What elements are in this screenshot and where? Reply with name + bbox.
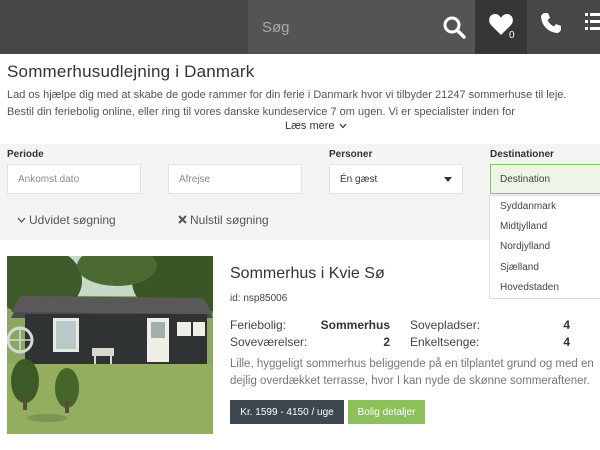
chevron-down-icon: [339, 123, 347, 129]
advanced-search-toggle[interactable]: Udvidet søgning: [17, 213, 116, 227]
details-button[interactable]: Bolig detaljer: [348, 400, 425, 424]
description-line-2: dejlig overdækket terrasse, hvor I kan n…: [230, 375, 590, 387]
chevron-down-icon: [17, 217, 26, 223]
menu-button[interactable]: [583, 10, 600, 36]
house-image: [7, 256, 213, 434]
destination-select[interactable]: Destination: [490, 164, 600, 194]
listing-description: Lille, hyggeligt sommerhus beliggende på…: [230, 356, 600, 390]
periode-label: Periode: [7, 149, 44, 160]
read-more-label: Læs mere: [285, 120, 335, 132]
page-title: Sommerhusudlejning i Danmark: [7, 62, 255, 81]
advanced-search-label: Udvidet søgning: [29, 213, 116, 227]
reset-search-button[interactable]: Nulstil søgning: [178, 213, 269, 227]
price-button[interactable]: Kr. 1599 - 4150 / uge: [230, 400, 344, 424]
persons-label: Personer: [329, 149, 373, 160]
house-photo[interactable]: [7, 256, 213, 434]
destinations-label: Destinationer: [490, 149, 554, 160]
sovevaerelser-value: 2: [383, 335, 390, 349]
favorites-area: 0: [475, 0, 527, 54]
close-icon: [178, 215, 187, 224]
intro-line-2: Bestil din feriebolig online, eller ring…: [7, 106, 515, 118]
destination-option[interactable]: Midtjylland: [500, 221, 547, 232]
search-button[interactable]: [436, 9, 472, 45]
favorites-count: 0: [509, 30, 515, 41]
destination-option[interactable]: Syddanmark: [500, 201, 556, 212]
intro-text: Lad os hjælpe dig med at skabe de gode r…: [7, 87, 600, 121]
intro-section: Sommerhusudlejning i Danmark Lad os hjæl…: [0, 54, 600, 144]
description-line-1: Lille, hyggeligt sommerhus beliggende på…: [230, 358, 594, 370]
reset-search-label: Nulstil søgning: [190, 213, 269, 227]
departure-date-field[interactable]: Afrejse: [168, 164, 302, 194]
feriebolig-value: Sommerhus: [320, 318, 390, 332]
destination-option[interactable]: Nordjylland: [500, 241, 550, 252]
sovepladser-value: 4: [563, 318, 570, 332]
sovevaerelser-label: Soveværelser:: [230, 335, 308, 349]
feriebolig-label: Feriebolig:: [230, 318, 287, 332]
read-more-link[interactable]: Læs mere: [285, 120, 347, 132]
phone-button[interactable]: [537, 9, 565, 37]
destination-dropdown: Syddanmark Midtjylland Nordjylland Sjæll…: [489, 195, 600, 299]
enkeltsenge-value: 4: [563, 335, 570, 349]
arrival-date-field[interactable]: Ankomst dato: [7, 164, 141, 194]
menu-icon: [585, 13, 600, 30]
sovepladser-label: Sovepladser:: [410, 318, 481, 332]
enkeltsenge-label: Enkeltsenge:: [410, 335, 480, 349]
intro-line-1: Lad os hjælpe dig med at skabe de gode r…: [7, 89, 567, 101]
caret-down-icon: [444, 177, 452, 182]
listing-id: id: nsp85006: [230, 293, 288, 304]
destination-option[interactable]: Sjælland: [500, 262, 539, 273]
destination-option[interactable]: Hovedstaden: [500, 282, 559, 293]
listing-title[interactable]: Sommerhus i Kvie Sø: [230, 265, 385, 283]
persons-select[interactable]: Én gæst: [329, 164, 463, 194]
search-icon: [443, 16, 466, 39]
phone-icon: [541, 13, 561, 33]
persons-value: Én gæst: [340, 173, 378, 185]
top-navigation-bar: 0: [0, 0, 600, 54]
